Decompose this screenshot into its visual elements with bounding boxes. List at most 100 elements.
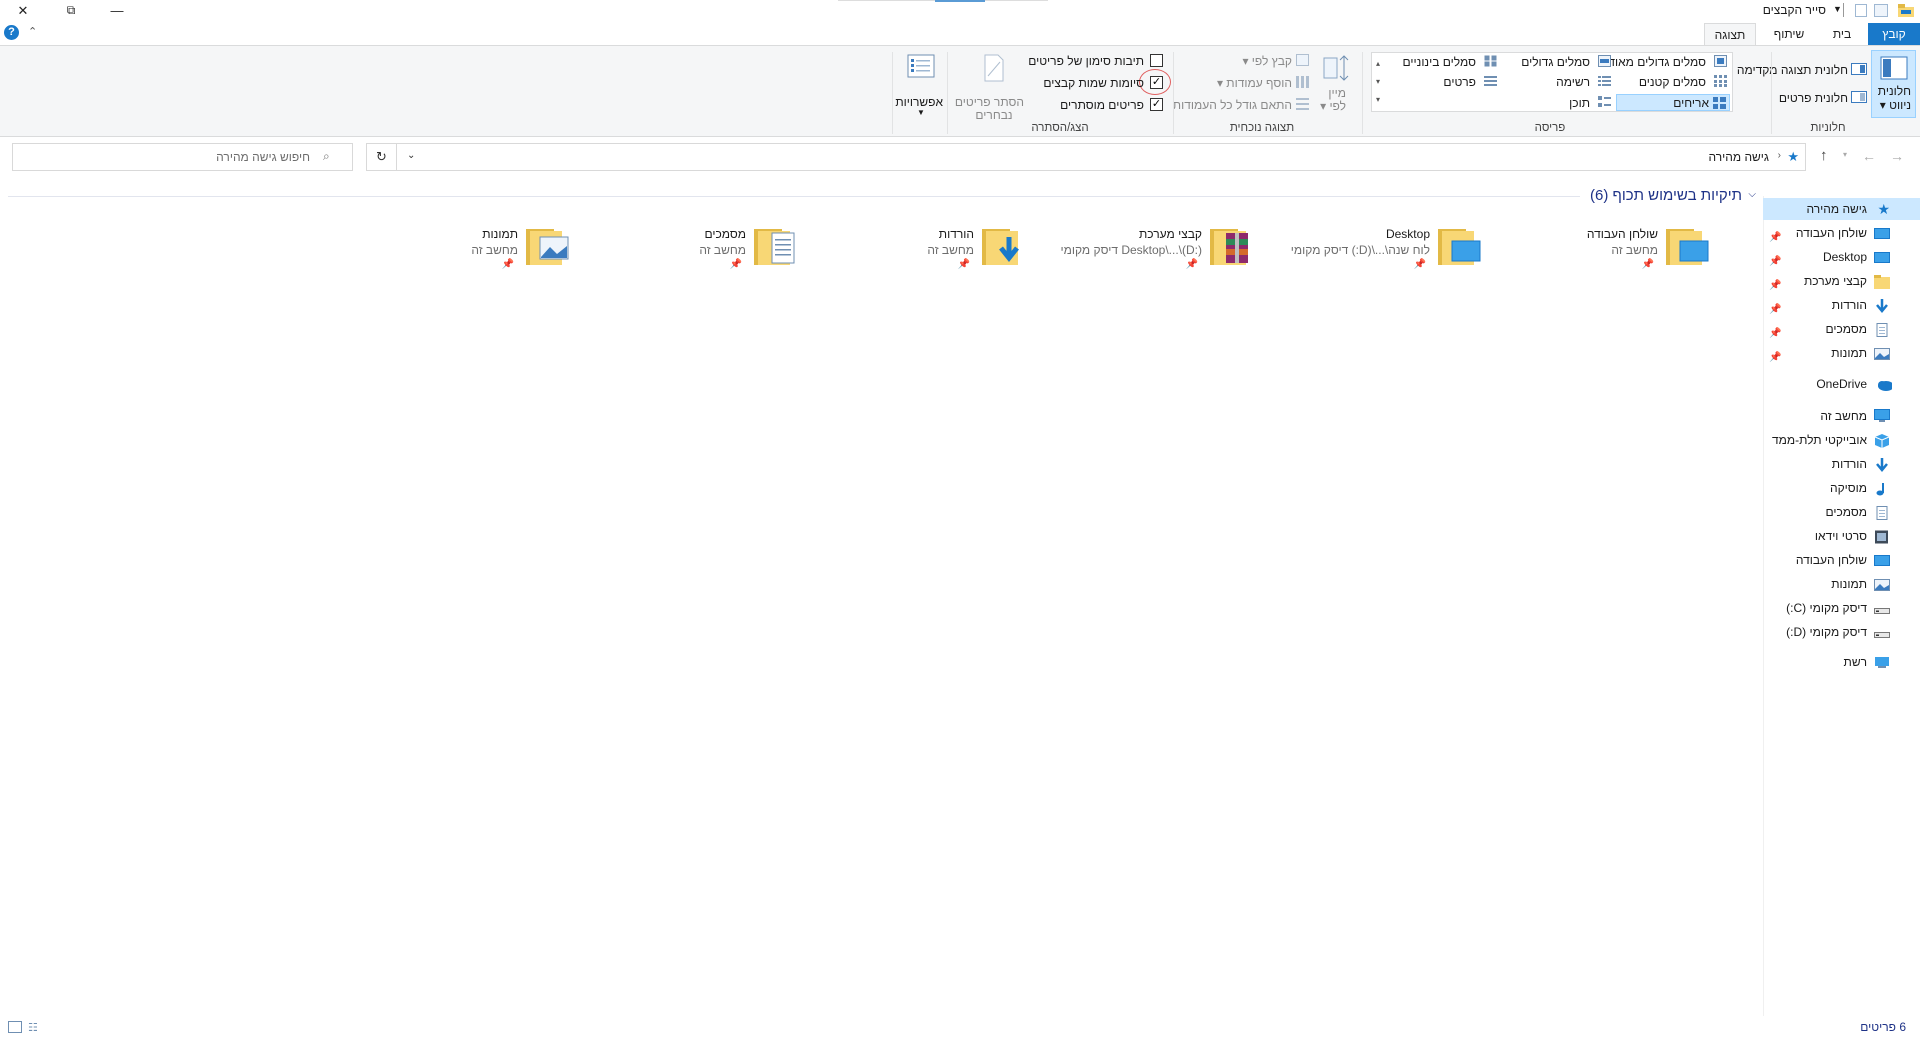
nav-pc-item[interactable]: הורדות <box>1763 453 1920 475</box>
hidden-items-checkbox[interactable]: ✓ <box>1150 98 1163 111</box>
desktop-icon <box>1874 553 1890 567</box>
layout-scroll-arrows[interactable]: ▴ ▾ ▾ <box>1373 55 1383 109</box>
nav-pinned-item[interactable]: תמונות 📌 <box>1763 342 1920 364</box>
layout-tiles-label: אריחים <box>1673 96 1709 110</box>
pin-icon[interactable]: 📌 <box>1414 259 1426 270</box>
add-columns-button[interactable]: הוסף עמודות ▾ <box>1217 76 1292 90</box>
hide-selected-items-button[interactable]: הסתר פריטים נבחרים <box>955 52 1032 122</box>
tab-file[interactable]: קובץ <box>1868 23 1920 45</box>
details-view-toggle-icon[interactable] <box>8 1021 22 1033</box>
layout-medium-icons[interactable]: סמלים בינוניים <box>1403 55 1476 69</box>
options-button[interactable]: אפשרויות ▼ <box>895 52 945 117</box>
options-icon <box>907 54 935 78</box>
pin-icon[interactable]: 📌 <box>730 259 742 270</box>
nav-item-label: תמונות <box>1831 346 1867 360</box>
help-icon[interactable]: ? <box>4 25 19 40</box>
restore-button[interactable]: ⧉ <box>48 0 94 21</box>
nav-pinned-item[interactable]: שולחן העבודה 📌 <box>1763 222 1920 244</box>
folder-tile[interactable]: תמונות מחשב זה 📌 <box>288 223 569 283</box>
nav-pinned-item[interactable]: מסמכים 📌 <box>1763 318 1920 340</box>
refresh-button[interactable]: ↻ <box>366 143 397 171</box>
sort-by-icon <box>1323 55 1349 81</box>
group-by-icon <box>1296 54 1309 66</box>
size-columns-icon <box>1296 98 1309 110</box>
nav-pc-item[interactable]: תמונות <box>1763 573 1920 595</box>
nav-pc-item[interactable]: דיסק מקומי (D:) <box>1763 621 1920 643</box>
new-folder-icon[interactable] <box>1855 4 1867 17</box>
pin-icon[interactable]: 📌 <box>958 259 970 270</box>
group-by-button[interactable]: קבץ לפי ▾ <box>1242 54 1292 68</box>
forward-button[interactable]: ← <box>1862 148 1876 164</box>
nav-pinned-item[interactable]: קבצי מערכת 📌 <box>1763 270 1920 292</box>
hide-selected-label-2: נבחרים <box>975 108 1013 122</box>
details-pane-button[interactable]: חלונית פרטים <box>1779 91 1848 105</box>
layout-list[interactable]: רשימה <box>1556 75 1590 89</box>
hard-drive-icon <box>1874 601 1890 615</box>
sort-by-button[interactable]: מיין לפי ▾ <box>1316 52 1356 114</box>
preview-pane-icon <box>1851 63 1867 75</box>
recent-locations-dropdown[interactable]: ▾ <box>1843 150 1847 159</box>
navigation-pane-button[interactable]: חלונית ניווט ▾ <box>1871 50 1916 118</box>
file-name-extensions-label: סיומות שמות קבצים <box>1043 76 1144 90</box>
ribbon-separator <box>892 52 893 134</box>
layout-extra-large-icons[interactable]: סמלים גדולים מאוד <box>1608 55 1706 69</box>
address-dropdown-icon[interactable]: ⌄ <box>407 150 415 161</box>
size-all-columns-button[interactable]: התאם גודל כל העמודות <box>1173 98 1292 112</box>
folder-group-header[interactable]: ⌵ תיקיות בשימוש תכוף (6) <box>8 187 1758 204</box>
nav-pc-item[interactable]: מסמכים <box>1763 501 1920 523</box>
3d-objects-icon <box>1874 433 1890 448</box>
pictures-folder-icon <box>526 223 570 267</box>
nav-item-label: תמונות <box>1831 577 1867 591</box>
nav-network[interactable]: רשת <box>1763 651 1920 673</box>
nav-pc-item[interactable]: דיסק מקומי (C:) <box>1763 597 1920 619</box>
search-input[interactable]: חיפוש גישה מהירה <box>216 150 310 164</box>
large-icons-view-toggle-icon[interactable]: ☷ <box>28 1021 38 1034</box>
nav-item-label: Desktop <box>1822 250 1867 264</box>
nav-pc-item[interactable]: מוסיקה <box>1763 477 1920 499</box>
nav-pc-item[interactable]: שולחן העבודה <box>1763 549 1920 571</box>
nav-pinned-item[interactable]: Desktop 📌 <box>1763 246 1920 268</box>
up-button[interactable]: ↑ <box>1820 147 1828 164</box>
nav-pc-item[interactable]: סרטי וידאו <box>1763 525 1920 547</box>
collapse-ribbon-icon[interactable]: ⌃ <box>28 25 37 38</box>
layout-content[interactable]: תוכן <box>1569 96 1590 110</box>
qat-dropdown-icon[interactable]: ▼ <box>1833 4 1842 14</box>
nav-this-pc[interactable]: מחשב זה <box>1763 405 1920 427</box>
explorer-icon <box>1898 4 1914 17</box>
back-button[interactable]: → <box>1890 148 1904 164</box>
desktop-icon <box>1874 226 1890 240</box>
computer-icon <box>1874 409 1890 422</box>
pin-icon[interactable]: 📌 <box>1186 259 1198 270</box>
pin-icon[interactable]: 📌 <box>1769 347 1781 369</box>
close-button[interactable]: ✕ <box>0 0 46 21</box>
breadcrumb[interactable]: גישה מהירה <box>1708 150 1769 164</box>
layout-small-icons[interactable]: סמלים קטנים <box>1639 75 1706 89</box>
minimize-button[interactable]: — <box>94 0 140 21</box>
layout-tiles[interactable]: אריחים <box>1616 94 1730 111</box>
search-box[interactable]: ⌕ חיפוש גישה מהירה <box>12 143 353 171</box>
layout-large-icons[interactable]: סמלים גדולים <box>1521 55 1590 69</box>
tile-name: Desktop <box>1385 227 1430 241</box>
hard-drive-icon <box>1874 625 1890 639</box>
item-checkboxes-checkbox[interactable] <box>1150 54 1163 67</box>
preview-pane-button[interactable]: חלונית תצוגה מקדימה <box>1737 63 1848 77</box>
tab-view[interactable]: תצוגה <box>1704 23 1756 46</box>
sort-by-label-2: לפי ▾ <box>1320 99 1346 113</box>
tab-share[interactable]: שיתוף <box>1762 23 1816 45</box>
tab-home[interactable]: בית <box>1822 23 1862 45</box>
title-bar: ✕ ⧉ — ▼ סייר הקבצים <box>0 0 1920 21</box>
layout-details[interactable]: פרטים <box>1443 75 1476 89</box>
address-bar[interactable]: ★ › גישה מהירה ⌄ <box>396 143 1806 171</box>
nav-pc-item[interactable]: אובייקטי תלת-ממד <box>1763 429 1920 451</box>
pin-icon[interactable]: 📌 <box>502 259 514 270</box>
nav-quick-access[interactable]: ★ גישה מהירה <box>1763 198 1920 220</box>
navigation-pane-icon <box>1880 56 1908 80</box>
document-icon <box>1874 505 1890 520</box>
nav-pinned-item[interactable]: הורדות 📌 <box>1763 294 1920 316</box>
nav-onedrive[interactable]: OneDrive <box>1763 373 1920 395</box>
breadcrumb-chevron-icon[interactable]: › <box>1778 150 1781 161</box>
properties-icon[interactable] <box>1874 4 1888 17</box>
pin-icon[interactable]: 📌 <box>1642 259 1654 270</box>
status-bar: 6 פריטים ☷ <box>0 1016 1920 1040</box>
address-row: → ← ▾ ↑ ★ › גישה מהירה ⌄ ↻ ⌕ חיפוש גישה … <box>0 140 1920 176</box>
